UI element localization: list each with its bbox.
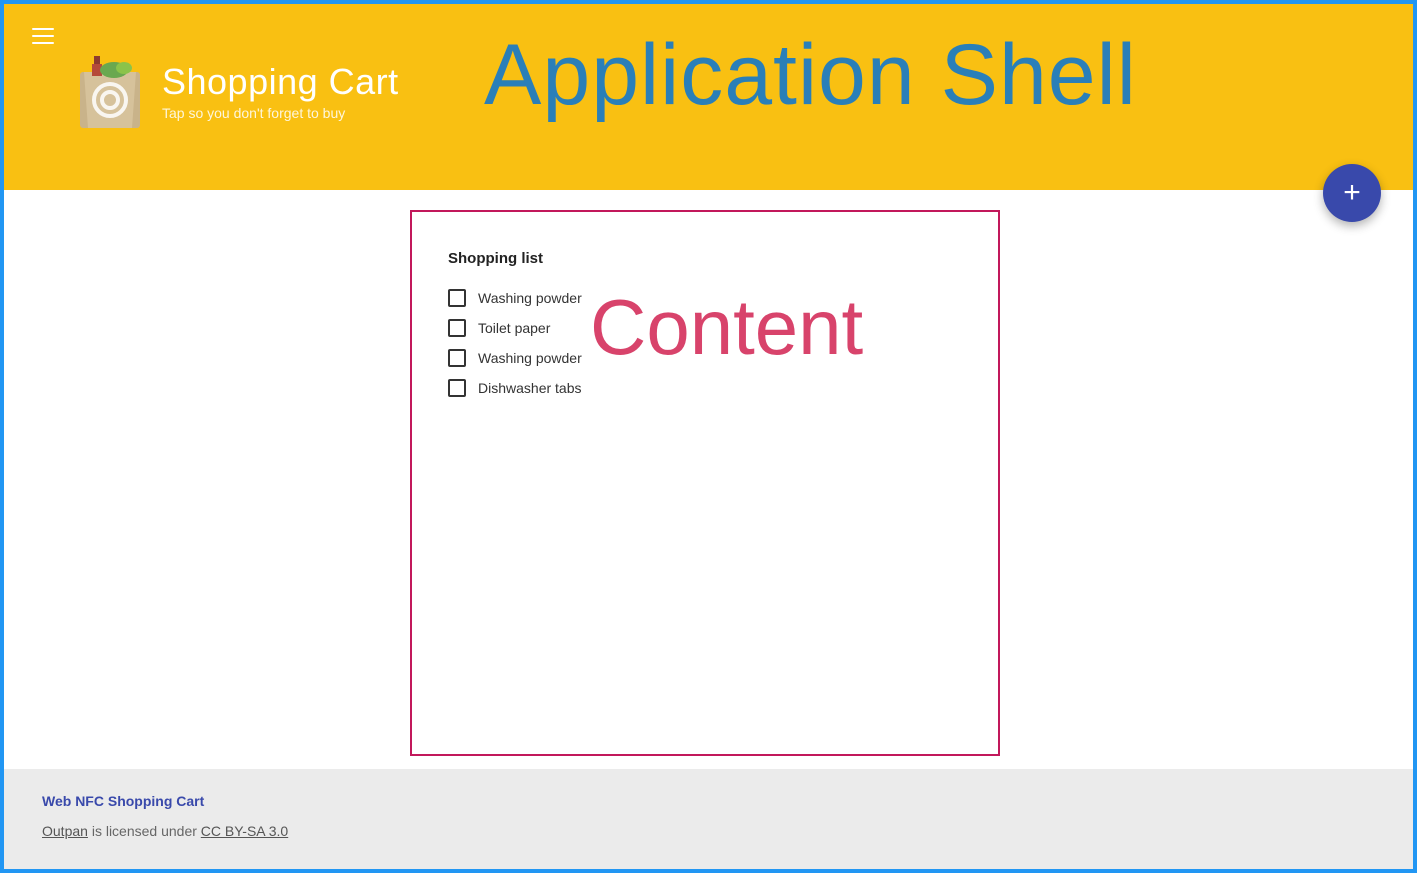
list-item-label: Washing powder <box>478 350 582 366</box>
shopping-bag-icon <box>74 50 146 132</box>
footer-mid-text: is licensed under <box>88 823 201 839</box>
footer-license-line: Outpan is licensed under CC BY-SA 3.0 <box>42 823 1375 839</box>
footer-link-outpan[interactable]: Outpan <box>42 823 88 839</box>
list-item-label: Toilet paper <box>478 320 550 336</box>
plus-icon: + <box>1343 176 1361 210</box>
list-item: Washing powder <box>448 289 962 307</box>
app-header: Shopping Cart Tap so you don't forget to… <box>4 4 1413 190</box>
footer-title: Web NFC Shopping Cart <box>42 793 1375 809</box>
footer: Web NFC Shopping Cart Outpan is licensed… <box>4 769 1413 869</box>
checkbox-icon[interactable] <box>448 319 466 337</box>
add-button[interactable]: + <box>1323 164 1381 222</box>
list-item: Washing powder <box>448 349 962 367</box>
content-card: Shopping list Washing powder Toilet pape… <box>410 210 1000 756</box>
list-item-label: Washing powder <box>478 290 582 306</box>
list-item-label: Dishwasher tabs <box>478 380 582 396</box>
menu-icon[interactable] <box>32 28 54 44</box>
brand-text: Shopping Cart Tap so you don't forget to… <box>162 61 399 121</box>
app-title: Shopping Cart <box>162 61 399 103</box>
shopping-list: Washing powder Toilet paper Washing powd… <box>448 289 962 397</box>
footer-link-license[interactable]: CC BY-SA 3.0 <box>201 823 288 839</box>
brand-block: Shopping Cart Tap so you don't forget to… <box>74 50 399 132</box>
app-subtitle: Tap so you don't forget to buy <box>162 105 399 121</box>
list-item: Dishwasher tabs <box>448 379 962 397</box>
checkbox-icon[interactable] <box>448 349 466 367</box>
list-title: Shopping list <box>448 250 962 267</box>
list-item: Toilet paper <box>448 319 962 337</box>
overlay-label-shell: Application Shell <box>484 26 1137 125</box>
checkbox-icon[interactable] <box>448 289 466 307</box>
checkbox-icon[interactable] <box>448 379 466 397</box>
